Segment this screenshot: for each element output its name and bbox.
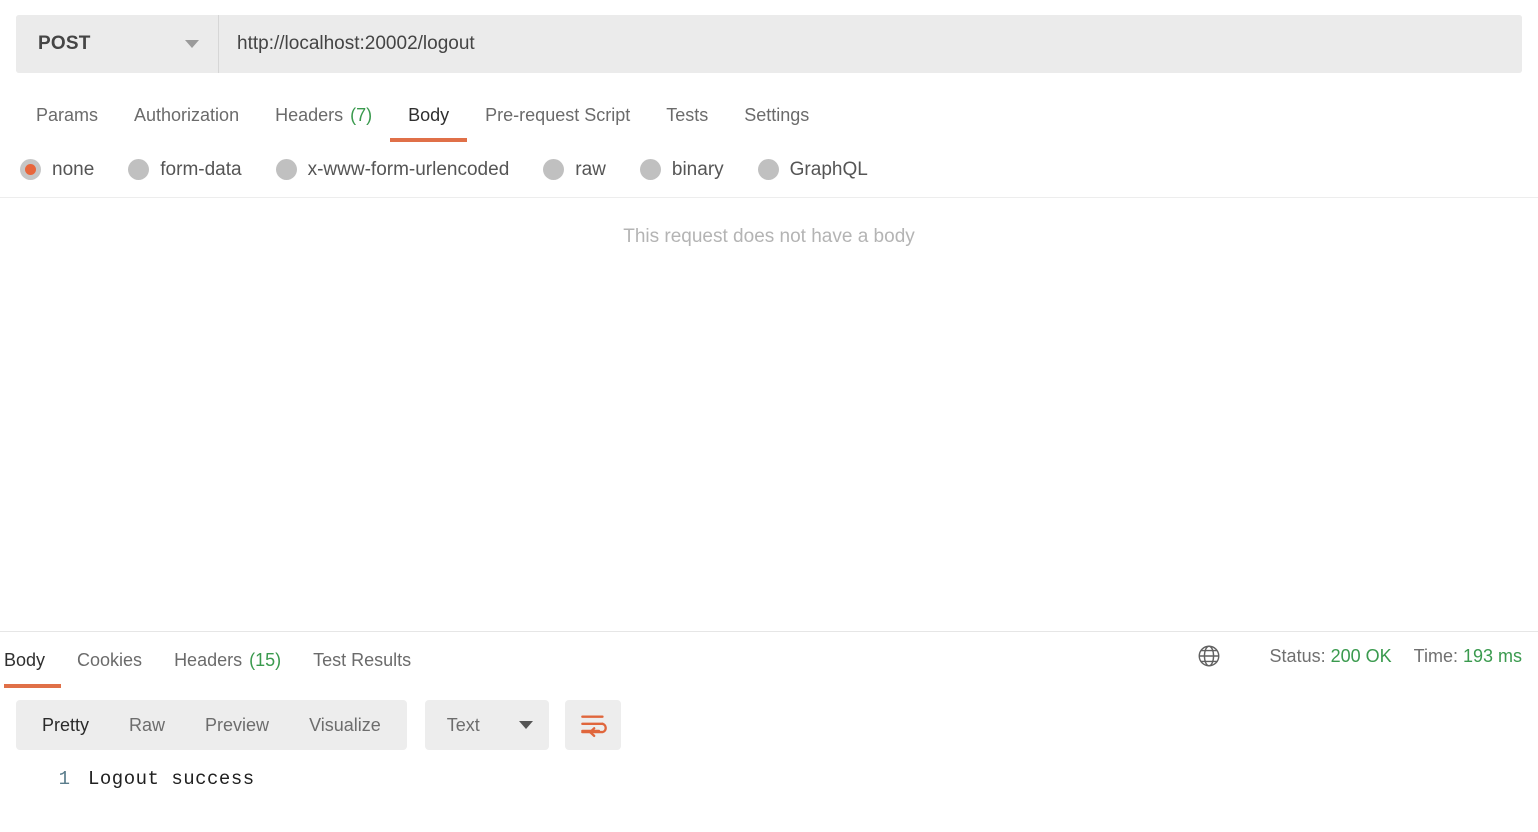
response-tab-headers[interactable]: Headers (15) bbox=[158, 632, 297, 688]
wrap-text-button[interactable] bbox=[564, 700, 621, 750]
globe-icon[interactable] bbox=[1196, 643, 1222, 669]
radio-unselected-icon bbox=[128, 159, 150, 180]
time-label: Time: bbox=[1413, 645, 1458, 666]
tab-settings-label: Settings bbox=[744, 104, 810, 125]
tab-tests-label: Tests bbox=[666, 104, 709, 125]
radio-selected-icon bbox=[20, 159, 41, 180]
url-bar: POST http://localhost:20002/logout bbox=[0, 0, 1538, 88]
request-url-input[interactable]: http://localhost:20002/logout bbox=[219, 15, 1522, 73]
tab-authorization[interactable]: Authorization bbox=[116, 88, 257, 142]
radio-unselected-icon bbox=[639, 159, 661, 180]
tab-params-label: Params bbox=[36, 104, 99, 125]
tab-headers[interactable]: Headers (7) bbox=[257, 88, 390, 142]
time-badge: Time: 193 ms bbox=[1414, 646, 1522, 667]
body-type-none[interactable]: none bbox=[20, 159, 94, 181]
tab-params[interactable]: Params bbox=[18, 88, 116, 142]
body-type-none-label: none bbox=[52, 158, 95, 180]
body-type-binary[interactable]: binary bbox=[639, 158, 724, 181]
postman-request-response-view: POST http://localhost:20002/logout Param… bbox=[0, 0, 1538, 832]
status-value: 200 OK bbox=[1330, 645, 1392, 666]
tab-body-label: Body bbox=[408, 104, 450, 125]
view-mode-pretty-label: Pretty bbox=[42, 714, 90, 735]
response-body-text: Logout success bbox=[88, 768, 255, 790]
response-tab-headers-label: Headers bbox=[174, 649, 243, 670]
response-tab-body[interactable]: Body bbox=[4, 632, 62, 688]
http-method-select[interactable]: POST bbox=[16, 15, 219, 73]
body-type-raw-label: raw bbox=[575, 158, 606, 180]
response-tab-body-label: Body bbox=[4, 649, 46, 670]
body-type-graphql[interactable]: GraphQL bbox=[757, 158, 868, 181]
response-view-mode-group: Pretty Raw Preview Visualize bbox=[16, 700, 407, 750]
radio-unselected-icon bbox=[757, 159, 779, 180]
body-type-form-data[interactable]: form-data bbox=[128, 158, 242, 181]
view-mode-preview[interactable]: Preview bbox=[185, 700, 289, 750]
view-mode-raw-label: Raw bbox=[129, 714, 166, 735]
view-mode-raw[interactable]: Raw bbox=[109, 700, 185, 750]
body-type-urlencoded-label: x-www-form-urlencoded bbox=[307, 158, 510, 180]
body-type-binary-label: binary bbox=[671, 158, 724, 180]
tab-pre-request-script[interactable]: Pre-request Script bbox=[467, 88, 648, 142]
view-mode-visualize[interactable]: Visualize bbox=[289, 700, 401, 750]
view-mode-preview-label: Preview bbox=[205, 714, 270, 735]
request-body-empty-area: This request does not have a body bbox=[0, 198, 1538, 631]
chevron-down-icon bbox=[185, 40, 199, 48]
line-number: 1 bbox=[58, 768, 70, 790]
empty-body-message: This request does not have a body bbox=[623, 226, 915, 247]
view-mode-visualize-label: Visualize bbox=[309, 714, 381, 735]
response-tab-test-results-label: Test Results bbox=[313, 649, 412, 670]
response-meta: Status: 200 OK Time: 193 ms bbox=[1196, 632, 1522, 688]
response-body-viewer[interactable]: 1 Logout success bbox=[0, 762, 1538, 832]
tab-headers-label: Headers bbox=[275, 104, 344, 125]
response-tab-headers-count: (15) bbox=[249, 649, 282, 670]
tab-settings[interactable]: Settings bbox=[726, 88, 827, 142]
radio-unselected-icon bbox=[275, 159, 297, 180]
status-label: Status: bbox=[1269, 645, 1326, 666]
chevron-down-icon bbox=[518, 721, 533, 729]
tab-headers-count: (7) bbox=[350, 104, 373, 125]
time-value: 193 ms bbox=[1462, 645, 1522, 666]
view-mode-pretty[interactable]: Pretty bbox=[22, 700, 109, 750]
tab-tests[interactable]: Tests bbox=[648, 88, 726, 142]
http-method-label: POST bbox=[38, 33, 91, 54]
radio-unselected-icon bbox=[543, 159, 565, 180]
tab-authorization-label: Authorization bbox=[134, 104, 240, 125]
body-type-graphql-label: GraphQL bbox=[789, 158, 868, 180]
response-tabs: Body Cookies Headers (15) Test Results bbox=[0, 632, 427, 688]
tab-body[interactable]: Body bbox=[390, 88, 468, 142]
tab-pre-request-script-label: Pre-request Script bbox=[485, 104, 631, 125]
body-type-radio-group: none form-data x-www-form-urlencoded raw… bbox=[0, 142, 1538, 198]
url-bar-row: POST http://localhost:20002/logout bbox=[16, 15, 1522, 73]
response-tab-test-results[interactable]: Test Results bbox=[297, 632, 427, 688]
response-tab-cookies[interactable]: Cookies bbox=[61, 632, 158, 688]
response-tabs-row: Body Cookies Headers (15) Test Results S… bbox=[0, 632, 1538, 688]
status-badge: Status: 200 OK bbox=[1270, 646, 1392, 667]
request-tabs: Params Authorization Headers (7) Body Pr… bbox=[0, 88, 1538, 142]
body-type-form-data-label: form-data bbox=[160, 158, 242, 180]
body-type-raw[interactable]: raw bbox=[543, 159, 606, 181]
response-tab-cookies-label: Cookies bbox=[77, 649, 143, 670]
response-toolbar: Pretty Raw Preview Visualize Text bbox=[0, 688, 1538, 762]
response-format-label: Text bbox=[446, 714, 480, 735]
body-type-urlencoded[interactable]: x-www-form-urlencoded bbox=[275, 158, 510, 181]
response-pane: Body Cookies Headers (15) Test Results S… bbox=[0, 631, 1538, 832]
response-format-select[interactable]: Text bbox=[424, 700, 549, 750]
